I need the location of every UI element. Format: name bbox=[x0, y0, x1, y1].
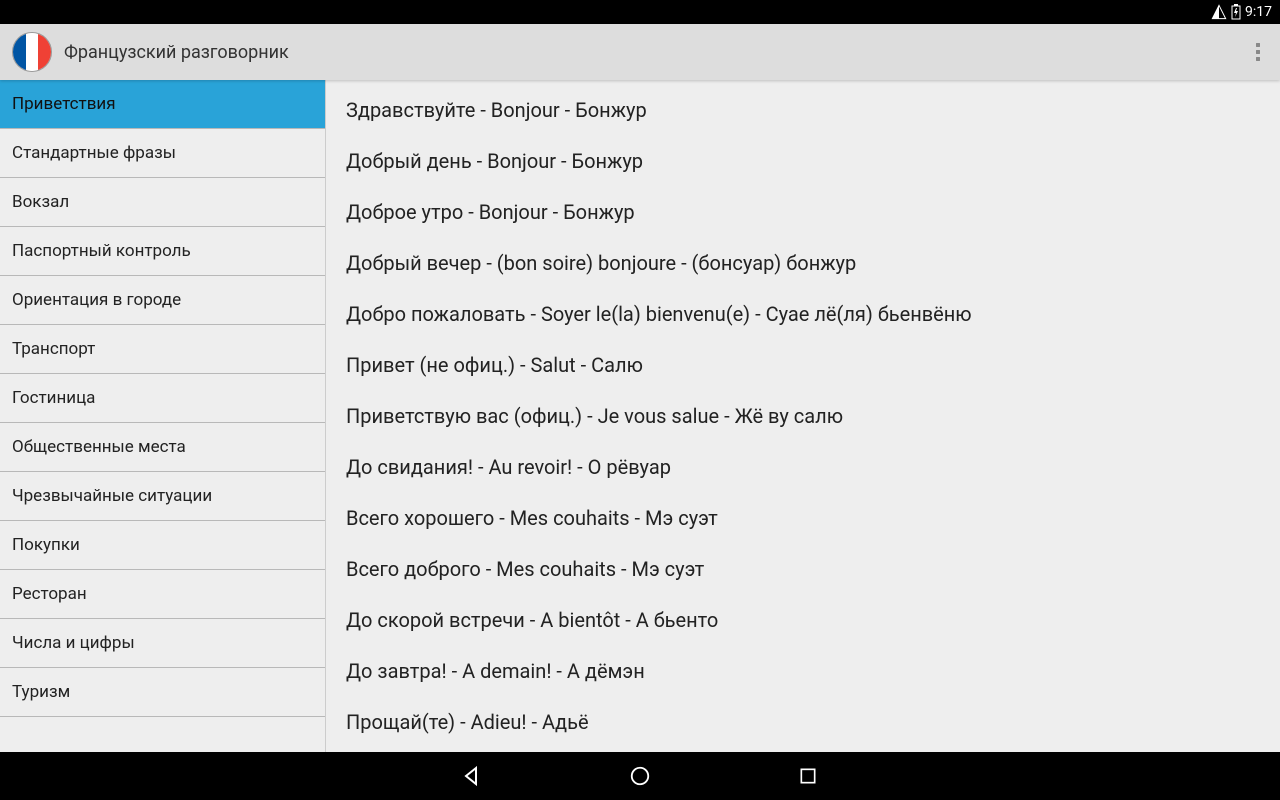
nav-home-button[interactable] bbox=[626, 762, 654, 790]
navigation-bar bbox=[0, 752, 1280, 800]
sidebar-item[interactable]: Приветствия bbox=[0, 80, 325, 129]
phrase-list[interactable]: Здравствуйте - Bonjour - БонжурДобрый де… bbox=[326, 80, 1280, 752]
signal-icon bbox=[1211, 4, 1227, 20]
nav-back-button[interactable] bbox=[458, 762, 486, 790]
sidebar-item[interactable]: Числа и цифры bbox=[0, 619, 325, 668]
phrase-row[interactable]: Приветствую вас (офиц.) - Je vous salue … bbox=[326, 392, 1280, 443]
category-sidebar[interactable]: ПриветствияСтандартные фразыВокзалПаспор… bbox=[0, 80, 326, 752]
phrase-row[interactable]: Здравствуйте - Bonjour - Бонжур bbox=[326, 86, 1280, 137]
sidebar-item[interactable]: Ресторан bbox=[0, 570, 325, 619]
phrase-row[interactable]: До скорой встречи - A bientôt - А бьенто bbox=[326, 596, 1280, 647]
sidebar-item[interactable]: Стандартные фразы bbox=[0, 129, 325, 178]
phrase-row[interactable]: Всего хорошего - Mes couhaits - Мэ суэт bbox=[326, 494, 1280, 545]
phrase-row[interactable]: До свидания! - Au revoir! - О рёвуар bbox=[326, 443, 1280, 494]
phrase-row[interactable]: Добрый вечер - (bon soire) bonjoure - (б… bbox=[326, 239, 1280, 290]
status-time: 9:17 bbox=[1245, 4, 1272, 20]
phrase-row[interactable]: Добро пожаловать - Soyer le(la) bienvenu… bbox=[326, 290, 1280, 341]
sidebar-item[interactable]: Транспорт bbox=[0, 325, 325, 374]
nav-recent-button[interactable] bbox=[794, 762, 822, 790]
sidebar-item[interactable]: Покупки bbox=[0, 521, 325, 570]
sidebar-item[interactable]: Вокзал bbox=[0, 178, 325, 227]
app-title: Французский разговорник bbox=[64, 42, 289, 63]
phrase-row[interactable]: Привет (не офиц.) - Salut - Салю bbox=[326, 341, 1280, 392]
overflow-menu-button[interactable] bbox=[1248, 35, 1268, 69]
battery-icon bbox=[1231, 4, 1241, 20]
sidebar-item[interactable]: Гостиница bbox=[0, 374, 325, 423]
sidebar-item[interactable]: Паспортный контроль bbox=[0, 227, 325, 276]
phrase-row[interactable]: Добрый день - Bonjour - Бонжур bbox=[326, 137, 1280, 188]
sidebar-item[interactable]: Ориентация в городе bbox=[0, 276, 325, 325]
sidebar-item[interactable]: Чрезвычайные ситуации bbox=[0, 472, 325, 521]
content-area: ПриветствияСтандартные фразыВокзалПаспор… bbox=[0, 80, 1280, 752]
sidebar-item[interactable]: Туризм bbox=[0, 668, 325, 717]
phrase-row[interactable]: Всего доброго - Mes couhaits - Мэ суэт bbox=[326, 545, 1280, 596]
action-bar: Французский разговорник bbox=[0, 24, 1280, 80]
sidebar-item[interactable]: Общественные места bbox=[0, 423, 325, 472]
status-bar: 9:17 bbox=[0, 0, 1280, 24]
phrase-row[interactable]: Прощай(те) - Adieu! - Адьё bbox=[326, 698, 1280, 749]
phrase-row[interactable]: До завтра! - A demain! - А дёмэн bbox=[326, 647, 1280, 698]
app-icon bbox=[12, 32, 52, 72]
phrase-row[interactable]: Доброе утро - Bonjour - Бонжур bbox=[326, 188, 1280, 239]
